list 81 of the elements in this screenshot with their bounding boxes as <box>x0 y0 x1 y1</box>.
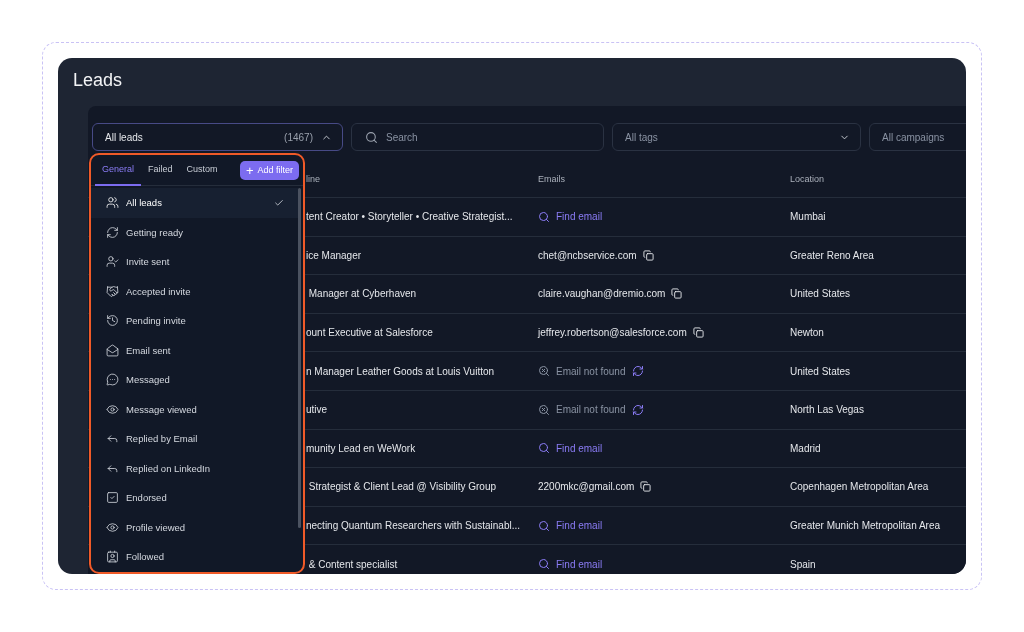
menu-item[interactable]: Message viewed <box>91 394 298 424</box>
search-icon <box>538 442 550 455</box>
handshake-icon <box>106 284 119 298</box>
search-icon <box>538 210 550 223</box>
refresh-icon <box>106 225 119 239</box>
headline-cell-text: necting Quantum Researchers with Sustainabl... <box>306 520 521 532</box>
search-icon <box>365 131 378 144</box>
column-header: Location <box>790 173 826 184</box>
menu-item[interactable]: Pending invite <box>91 306 298 336</box>
retry-button[interactable] <box>631 365 644 378</box>
checkbox-icon <box>106 491 119 505</box>
location-cell-text: Newton <box>790 327 825 339</box>
find-email-link[interactable]: Find email <box>538 519 603 532</box>
headline-cell-text: munity Lead en WeWork <box>306 442 417 454</box>
headline-cell-text: ice Manager <box>306 249 363 261</box>
user-check-icon <box>106 255 119 269</box>
location-cell-text: Greater Munich Metropolitan Area <box>790 520 942 532</box>
eye-icon <box>106 402 119 416</box>
clock-icon <box>106 314 119 328</box>
list-select[interactable]: All leads (1467) <box>92 123 343 151</box>
menu-tab[interactable]: General <box>95 155 142 186</box>
copy-button[interactable] <box>671 288 683 300</box>
email-address: claire.vaughan@dremio.com <box>538 288 666 300</box>
menu-item[interactable]: Invite sent <box>91 247 298 277</box>
search-field[interactable]: Search <box>351 123 604 151</box>
scroll-bar[interactable] <box>298 188 301 528</box>
search-off-icon <box>538 365 550 378</box>
envelope-icon <box>106 343 119 357</box>
location-cell-text: Mumbai <box>790 211 827 223</box>
id-card-icon <box>106 550 119 564</box>
location-cell-text: United States <box>790 288 852 300</box>
find-email-link[interactable]: Find email <box>538 210 603 223</box>
menu-item[interactable]: Getting ready <box>91 217 298 247</box>
location-cell-text: North Las Vegas <box>790 404 865 416</box>
location-cell-text: Spain <box>790 558 817 570</box>
location-cell-text: Greater Reno Area <box>790 249 875 261</box>
check-icon <box>274 197 284 208</box>
copy-button[interactable] <box>692 327 704 339</box>
headline-cell-text: tent Creator • Storyteller • Creative Strategist... <box>306 211 514 223</box>
menu-item[interactable]: Messaged <box>91 365 298 395</box>
email-address: 2200mkc@gmail.com <box>538 481 635 493</box>
email-address: chet@ncbservice.com <box>538 249 637 261</box>
headline-cell-text: ount Executive at Salesforce <box>306 327 434 339</box>
column-header: line <box>306 173 321 184</box>
menu-item[interactable]: All leads <box>91 188 298 218</box>
headline-cell-text: n Manager Leather Goods at Louis Vuitton <box>306 365 496 377</box>
find-email-link[interactable]: Find email <box>538 558 603 571</box>
menu-tab[interactable]: Failed <box>141 155 180 186</box>
users-icon <box>106 196 119 210</box>
search-icon <box>538 558 550 571</box>
copy-button[interactable] <box>640 481 652 493</box>
page-title: Leads <box>73 69 124 91</box>
headline-cell-text: & Content specialist <box>307 558 399 570</box>
search-off-icon <box>538 403 550 416</box>
menu-item[interactable]: Endorsed <box>91 483 298 513</box>
location-cell-text: Copenhagen Metropolitan Area <box>790 481 930 493</box>
menu-tab[interactable]: Custom <box>179 155 225 186</box>
menu-item[interactable]: Replied on LinkedIn <box>91 453 298 483</box>
speech-bubble-icon <box>106 373 119 387</box>
column-header: Emails <box>538 173 566 184</box>
menu-item[interactable]: Email sent <box>91 335 298 365</box>
location-cell-text: Madrid <box>790 442 822 454</box>
menu-item[interactable]: Accepted invite <box>91 276 298 306</box>
headline-cell-text: utive <box>306 404 329 416</box>
menu-item[interactable]: Followed <box>91 542 298 572</box>
retry-button[interactable] <box>631 403 644 416</box>
email-status: Email not found <box>556 404 626 416</box>
search-icon <box>538 519 550 532</box>
email-address: jeffrey.robertson@salesforce.com <box>538 327 687 339</box>
menu-item[interactable]: Replied by Email <box>91 424 298 454</box>
headline-cell-text: Manager at Cyberhaven <box>307 288 418 300</box>
campaigns-select[interactable]: All campaigns <box>869 123 966 151</box>
headline-cell-text: Strategist & Client Lead @ Visibility Group <box>307 481 498 493</box>
tags-select[interactable]: All tags <box>612 123 861 151</box>
copy-button[interactable] <box>642 249 654 261</box>
menu-item[interactable]: Profile viewed <box>91 512 298 542</box>
add-filter-button[interactable]: + Add filter <box>239 160 299 180</box>
find-email-link[interactable]: Find email <box>538 442 603 455</box>
location-cell-text: United States <box>790 365 852 377</box>
email-status: Email not found <box>556 365 626 377</box>
eye-icon <box>106 520 119 534</box>
